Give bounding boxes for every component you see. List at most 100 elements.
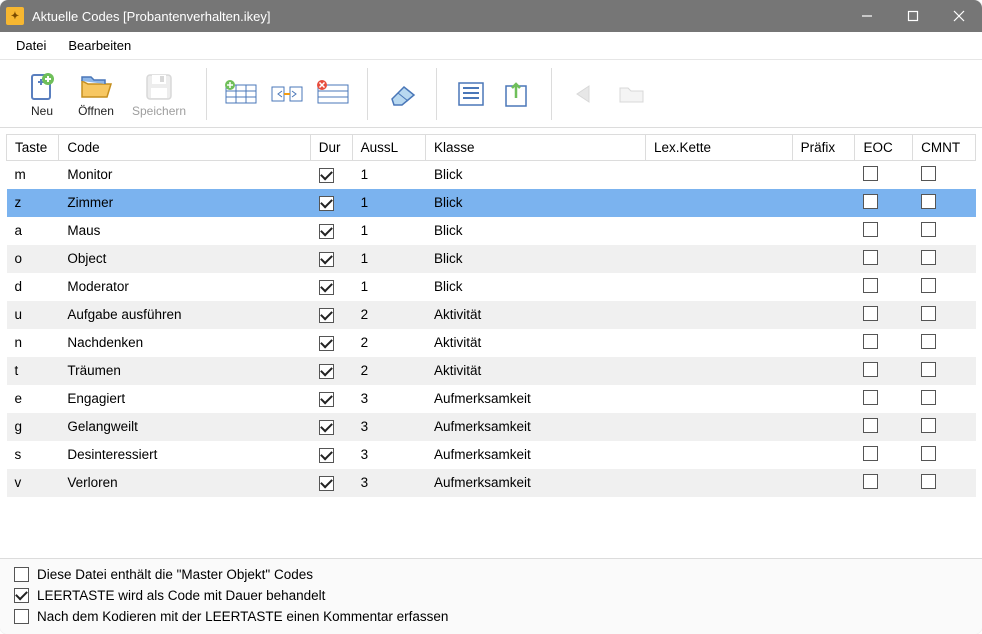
cell-aussl[interactable]: 1 — [352, 161, 425, 189]
cell-prafix[interactable] — [792, 469, 855, 497]
cell-cmnt[interactable] — [913, 189, 976, 217]
cell-taste[interactable]: m — [7, 161, 59, 189]
col-cmnt[interactable]: CMNT — [913, 135, 976, 161]
cell-lex[interactable] — [645, 329, 792, 357]
col-taste[interactable]: Taste — [7, 135, 59, 161]
new-button[interactable]: Neu — [18, 65, 66, 123]
cell-taste[interactable]: g — [7, 413, 59, 441]
cell-lex[interactable] — [645, 245, 792, 273]
cell-cmnt[interactable] — [913, 329, 976, 357]
cell-lex[interactable] — [645, 217, 792, 245]
cell-lex[interactable] — [645, 301, 792, 329]
cell-cmnt[interactable] — [913, 469, 976, 497]
cell-klasse[interactable]: Aufmerksamkeit — [426, 385, 646, 413]
cell-eoc[interactable] — [855, 385, 913, 413]
cell-cmnt[interactable] — [913, 441, 976, 469]
dur-checkbox[interactable] — [319, 448, 334, 463]
cell-lex[interactable] — [645, 385, 792, 413]
col-prafix[interactable]: Präfix — [792, 135, 855, 161]
cell-prafix[interactable] — [792, 357, 855, 385]
cell-lex[interactable] — [645, 273, 792, 301]
cell-eoc[interactable] — [855, 469, 913, 497]
minimize-button[interactable] — [844, 0, 890, 32]
cell-klasse[interactable]: Blick — [426, 161, 646, 189]
col-code[interactable]: Code — [59, 135, 310, 161]
cell-dur[interactable] — [310, 413, 352, 441]
cell-code[interactable]: Monitor — [59, 161, 310, 189]
cell-prafix[interactable] — [792, 385, 855, 413]
cell-eoc[interactable] — [855, 301, 913, 329]
cell-prafix[interactable] — [792, 161, 855, 189]
cell-code[interactable]: Aufgabe ausführen — [59, 301, 310, 329]
col-dur[interactable]: Dur — [310, 135, 352, 161]
cmnt-checkbox[interactable] — [921, 362, 936, 377]
menu-edit[interactable]: Bearbeiten — [58, 34, 141, 57]
dur-checkbox[interactable] — [319, 308, 334, 323]
cell-taste[interactable]: o — [7, 245, 59, 273]
cell-klasse[interactable]: Blick — [426, 217, 646, 245]
eoc-checkbox[interactable] — [863, 474, 878, 489]
cell-prafix[interactable] — [792, 441, 855, 469]
col-eoc[interactable]: EOC — [855, 135, 913, 161]
cell-eoc[interactable] — [855, 413, 913, 441]
cmnt-checkbox[interactable] — [921, 446, 936, 461]
cell-klasse[interactable]: Blick — [426, 245, 646, 273]
cmnt-checkbox[interactable] — [921, 390, 936, 405]
cell-taste[interactable]: t — [7, 357, 59, 385]
cell-prafix[interactable] — [792, 329, 855, 357]
cell-prafix[interactable] — [792, 273, 855, 301]
cell-dur[interactable] — [310, 217, 352, 245]
eoc-checkbox[interactable] — [863, 418, 878, 433]
cell-aussl[interactable]: 1 — [352, 273, 425, 301]
cell-eoc[interactable] — [855, 273, 913, 301]
cell-klasse[interactable]: Blick — [426, 273, 646, 301]
close-button[interactable] — [936, 0, 982, 32]
open-button[interactable]: Öffnen — [72, 65, 120, 123]
cell-code[interactable]: Object — [59, 245, 310, 273]
cell-cmnt[interactable] — [913, 217, 976, 245]
cell-klasse[interactable]: Aktivität — [426, 357, 646, 385]
cell-cmnt[interactable] — [913, 301, 976, 329]
table-row[interactable]: eEngagiert3Aufmerksamkeit — [7, 385, 976, 413]
table-row[interactable]: gGelangweilt3Aufmerksamkeit — [7, 413, 976, 441]
cell-aussl[interactable]: 2 — [352, 357, 425, 385]
cell-dur[interactable] — [310, 329, 352, 357]
insert-row-button[interactable] — [221, 74, 261, 114]
eraser-button[interactable] — [382, 74, 422, 114]
cell-prafix[interactable] — [792, 245, 855, 273]
cell-dur[interactable] — [310, 385, 352, 413]
dur-checkbox[interactable] — [319, 476, 334, 491]
cell-klasse[interactable]: Aktivität — [426, 301, 646, 329]
cmnt-checkbox[interactable] — [921, 474, 936, 489]
eoc-checkbox[interactable] — [863, 446, 878, 461]
cell-eoc[interactable] — [855, 357, 913, 385]
cell-code[interactable]: Zimmer — [59, 189, 310, 217]
export-button[interactable] — [497, 74, 537, 114]
cell-lex[interactable] — [645, 441, 792, 469]
table-row[interactable]: tTräumen 2Aktivität — [7, 357, 976, 385]
eoc-checkbox[interactable] — [863, 166, 878, 181]
dur-checkbox[interactable] — [319, 196, 334, 211]
cell-aussl[interactable]: 3 — [352, 469, 425, 497]
cell-code[interactable]: Träumen — [59, 357, 310, 385]
cell-dur[interactable] — [310, 273, 352, 301]
dur-checkbox[interactable] — [319, 168, 334, 183]
cell-lex[interactable] — [645, 189, 792, 217]
cell-lex[interactable] — [645, 161, 792, 189]
cell-taste[interactable]: n — [7, 329, 59, 357]
eoc-checkbox[interactable] — [863, 362, 878, 377]
cell-eoc[interactable] — [855, 245, 913, 273]
table-row[interactable]: uAufgabe ausführen 2Aktivität — [7, 301, 976, 329]
cell-aussl[interactable]: 2 — [352, 301, 425, 329]
table-row[interactable]: dModerator1Blick — [7, 273, 976, 301]
cmnt-checkbox[interactable] — [921, 250, 936, 265]
col-lex[interactable]: Lex.Kette — [645, 135, 792, 161]
cell-taste[interactable]: u — [7, 301, 59, 329]
table-row[interactable]: vVerloren3Aufmerksamkeit — [7, 469, 976, 497]
table-row[interactable]: sDesinteressiert3Aufmerksamkeit — [7, 441, 976, 469]
cell-dur[interactable] — [310, 301, 352, 329]
cell-lex[interactable] — [645, 469, 792, 497]
option-master-checkbox[interactable] — [14, 567, 29, 582]
cell-code[interactable]: Nachdenken — [59, 329, 310, 357]
cell-code[interactable]: Maus — [59, 217, 310, 245]
